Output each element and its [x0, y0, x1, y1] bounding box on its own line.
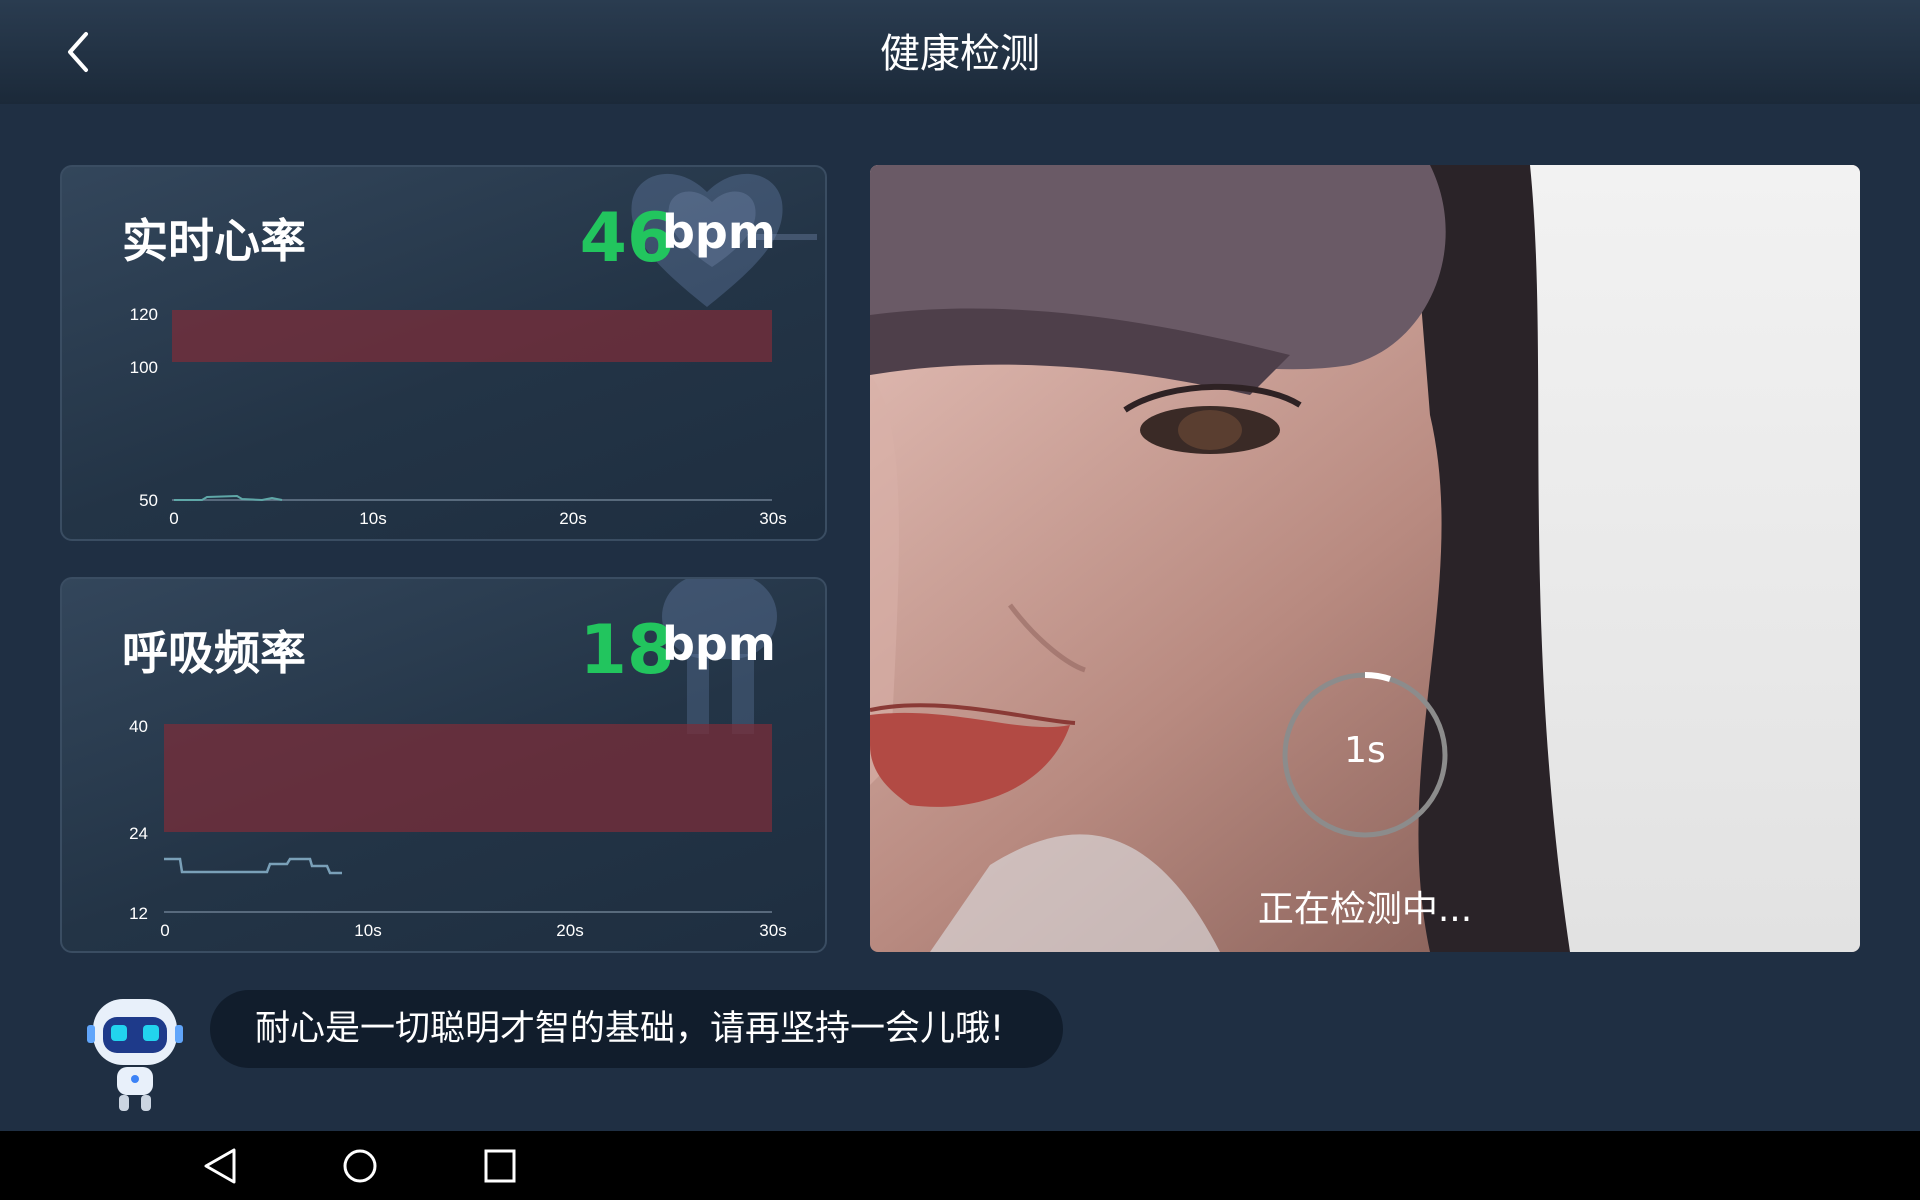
- respiration-y-tick: 24: [129, 824, 148, 843]
- circle-home-icon[interactable]: [338, 1146, 382, 1186]
- assistant-message: 耐心是一切聪明才智的基础，请再坚持一会儿哦!: [210, 990, 1063, 1068]
- heart-rate-x-tick: 30s: [759, 509, 786, 528]
- respiration-trace: [164, 857, 342, 875]
- respiration-warning-band: [164, 724, 772, 832]
- timer-value: 1s: [1344, 730, 1386, 771]
- heart-rate-x-tick: 10s: [359, 509, 386, 528]
- heart-rate-y-tick: 100: [130, 358, 158, 377]
- page-title: 健康检测: [880, 31, 1040, 77]
- respiration-x-tick: 20s: [556, 921, 583, 940]
- respiration-x-tick: 10s: [354, 921, 381, 940]
- system-navigation-bar: [0, 1131, 1920, 1200]
- heart-rate-y-tick: 120: [130, 305, 158, 324]
- respiration-x-tick: 0: [160, 921, 169, 940]
- camera-preview: [870, 165, 1860, 952]
- respiration-x-tick: 30s: [759, 921, 786, 940]
- respiration-y-tick: 12: [129, 904, 148, 923]
- heart-rate-x-tick: 20s: [559, 509, 586, 528]
- heart-rate-card: 实时心率 46 bpm 120 100 50 0 10s 20s 30s: [60, 165, 827, 541]
- heart-rate-warning-band: [172, 310, 772, 362]
- respiration-card: 呼吸频率 18 bpm 40 24 12 0 10s 20s 30s: [60, 577, 827, 953]
- respiration-chart: 40 24 12 0 10s 20s 30s: [129, 717, 787, 940]
- heart-rate-x-tick: 0: [169, 509, 178, 528]
- respiration-y-tick: 40: [129, 717, 148, 736]
- heart-rate-y-tick: 50: [139, 491, 158, 510]
- square-recents-icon[interactable]: [478, 1146, 522, 1186]
- detection-status: 正在检测中...: [1257, 889, 1473, 930]
- heart-rate-chart: 120 100 50 0 10s 20s 30s: [130, 305, 787, 528]
- triangle-back-icon[interactable]: [198, 1146, 242, 1186]
- robot-icon: [87, 999, 183, 1111]
